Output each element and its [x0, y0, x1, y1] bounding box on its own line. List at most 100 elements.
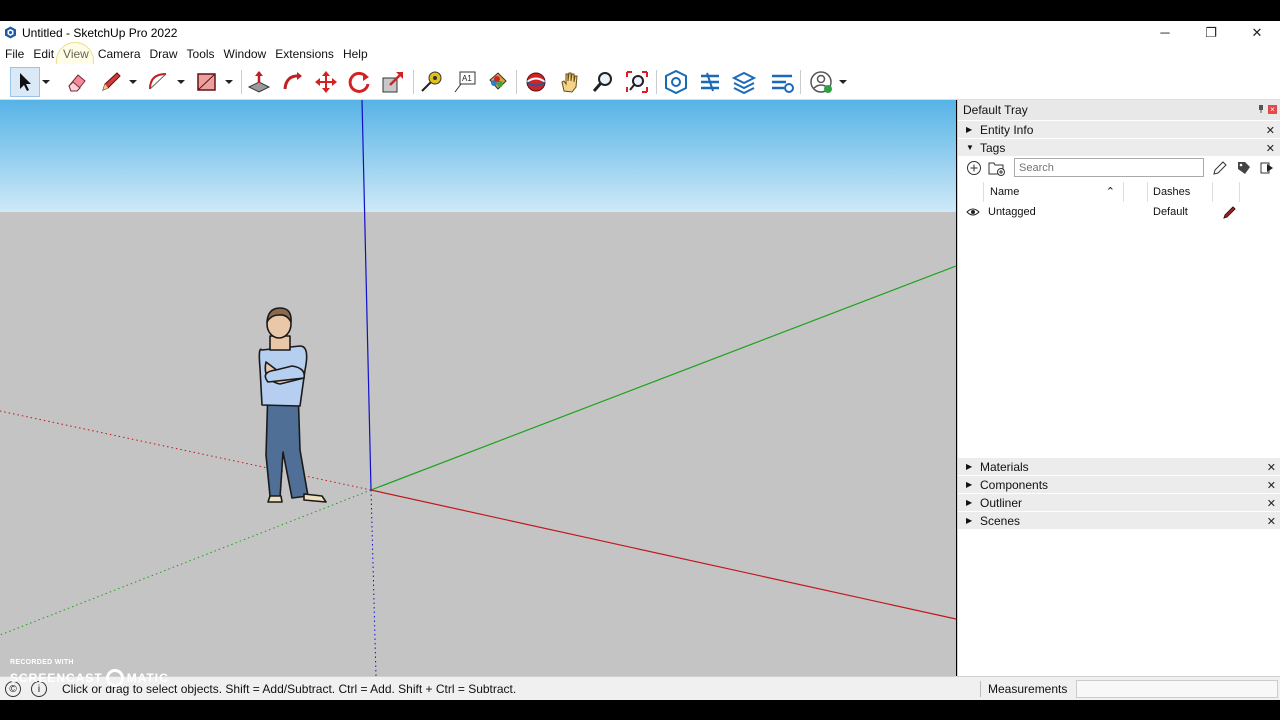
toolbar-separator [413, 70, 414, 94]
tag-color-swatch[interactable] [1222, 202, 1236, 222]
extension-manager-button[interactable] [767, 67, 797, 97]
tags-details-button[interactable] [1258, 159, 1276, 177]
folder-plus-icon [988, 162, 1005, 176]
account-button[interactable] [806, 67, 836, 97]
eye-icon[interactable] [966, 202, 980, 222]
panel-scenes[interactable]: ▶ Scenes ✕ [958, 511, 1280, 529]
layout-button[interactable] [729, 67, 759, 97]
pencil-icon [102, 72, 121, 91]
arc-icon [149, 73, 167, 90]
color-by-tag-button[interactable] [1235, 159, 1253, 177]
screen-bottom-border [0, 700, 1280, 720]
panel-label: Materials [980, 459, 1029, 474]
pan-tool-button[interactable] [555, 67, 585, 97]
panel-entity-info[interactable]: ▶ Entity Info ✕ [958, 120, 1280, 138]
panel-label: Outliner [980, 495, 1023, 510]
select-tool-button[interactable] [10, 67, 40, 97]
close-icon[interactable]: ✕ [1267, 461, 1276, 474]
caret-right-icon: ▶ [966, 516, 973, 525]
model-viewport[interactable] [0, 100, 956, 676]
menu-extensions[interactable]: Extensions [275, 47, 334, 61]
caret-right-icon: ▶ [966, 480, 973, 489]
window-title: Untitled - SketchUp Pro 2022 [22, 25, 178, 40]
close-icon[interactable]: ✕ [1267, 479, 1276, 492]
tray-title: Default Tray [963, 103, 1028, 117]
extension-warehouse-icon [701, 72, 719, 92]
pencil-tool-button[interactable] [96, 67, 126, 97]
add-tag-folder-button[interactable] [988, 159, 1006, 177]
push-pull-tool-button[interactable] [244, 67, 274, 97]
restore-button[interactable]: ❐ [1188, 21, 1234, 44]
ground-plane [0, 212, 956, 676]
orbit-tool-button[interactable] [521, 67, 551, 97]
chevron-down-icon[interactable] [129, 78, 137, 86]
warehouse-button[interactable] [661, 67, 691, 97]
menu-camera[interactable]: Camera [98, 47, 141, 61]
screencast-watermark: RECORDED WITH SCREENCAST MATIC [10, 659, 169, 687]
panel-tags[interactable]: ▼ Tags ✕ [958, 138, 1280, 156]
panel-label: Tags [980, 140, 1006, 155]
menu-help[interactable]: Help [343, 47, 368, 61]
chevron-down-icon[interactable] [839, 78, 847, 86]
panel-label: Scenes [980, 513, 1021, 528]
viewport-canvas[interactable] [0, 100, 956, 676]
text-icon: A1 [454, 71, 476, 93]
table-row[interactable]: Untagged Default [958, 202, 1280, 222]
close-icon[interactable]: ✕ [1266, 124, 1275, 137]
close-icon[interactable]: ✕ [1267, 497, 1276, 510]
menu-bar: File Edit View Camera Draw Tools Window … [0, 44, 1280, 64]
menu-draw[interactable]: Draw [150, 47, 178, 61]
menu-window[interactable]: Window [224, 47, 267, 61]
scale-tool-button[interactable] [378, 67, 408, 97]
tape-measure-icon [421, 71, 442, 92]
paint-bucket-tool-button[interactable] [482, 67, 512, 97]
rotate-tool-button[interactable] [344, 67, 374, 97]
sort-ascending-icon: ⌃ [1105, 186, 1115, 198]
minimize-button[interactable]: ─ [1142, 21, 1188, 44]
panel-outliner[interactable]: ▶ Outliner ✕ [958, 493, 1280, 511]
sketchup-logo-icon [5, 26, 16, 39]
menu-file[interactable]: File [5, 47, 24, 61]
pencil-color-icon [1213, 161, 1227, 175]
name-column-header[interactable]: Name ⌃ [988, 182, 1124, 202]
measurements-label: Measurements [988, 682, 1068, 696]
text-tool-button[interactable]: A1 [450, 67, 480, 97]
tape-measure-tool-button[interactable] [416, 67, 446, 97]
close-icon[interactable]: ✕ [1267, 515, 1276, 528]
panel-materials[interactable]: ▶ Materials ✕ [958, 457, 1280, 475]
close-button[interactable]: ✕ [1234, 21, 1280, 44]
extension-warehouse-button[interactable] [695, 67, 725, 97]
sky [0, 100, 956, 212]
layout-icon [731, 71, 757, 95]
tags-search-input[interactable] [1014, 158, 1204, 177]
tray-close-button[interactable]: × [1268, 105, 1277, 114]
pin-icon[interactable] [1258, 105, 1264, 113]
tag-color-button[interactable] [1211, 159, 1229, 177]
measurements-input[interactable] [1076, 680, 1278, 698]
zoom-tool-button[interactable] [588, 67, 618, 97]
close-icon[interactable]: ✕ [1266, 142, 1275, 155]
zoom-extents-tool-button[interactable] [622, 67, 652, 97]
menu-view[interactable]: View [63, 47, 89, 61]
tag-dashes[interactable]: Default [1153, 202, 1188, 222]
warehouse-icon [665, 69, 687, 95]
rectangle-icon [197, 73, 216, 91]
dashes-column-header[interactable]: Dashes [1148, 182, 1213, 202]
add-tag-button[interactable] [965, 159, 983, 177]
caret-right-icon: ▶ [966, 498, 973, 507]
chevron-down-icon[interactable] [42, 78, 50, 86]
column-spacer [1124, 182, 1148, 202]
tag-icon [1238, 162, 1250, 174]
menu-edit[interactable]: Edit [33, 47, 54, 61]
chevron-down-icon[interactable] [177, 78, 185, 86]
arc-tool-button[interactable] [144, 67, 174, 97]
rectangle-tool-button[interactable] [192, 67, 222, 97]
chevron-down-icon[interactable] [225, 78, 233, 86]
move-tool-button[interactable] [311, 67, 341, 97]
menu-tools[interactable]: Tools [187, 47, 215, 61]
toolbar-separator [516, 70, 517, 94]
eraser-tool-button[interactable] [62, 67, 92, 97]
toolbar-separator [241, 70, 242, 94]
follow-me-tool-button[interactable] [278, 67, 308, 97]
panel-components[interactable]: ▶ Components ✕ [958, 475, 1280, 493]
